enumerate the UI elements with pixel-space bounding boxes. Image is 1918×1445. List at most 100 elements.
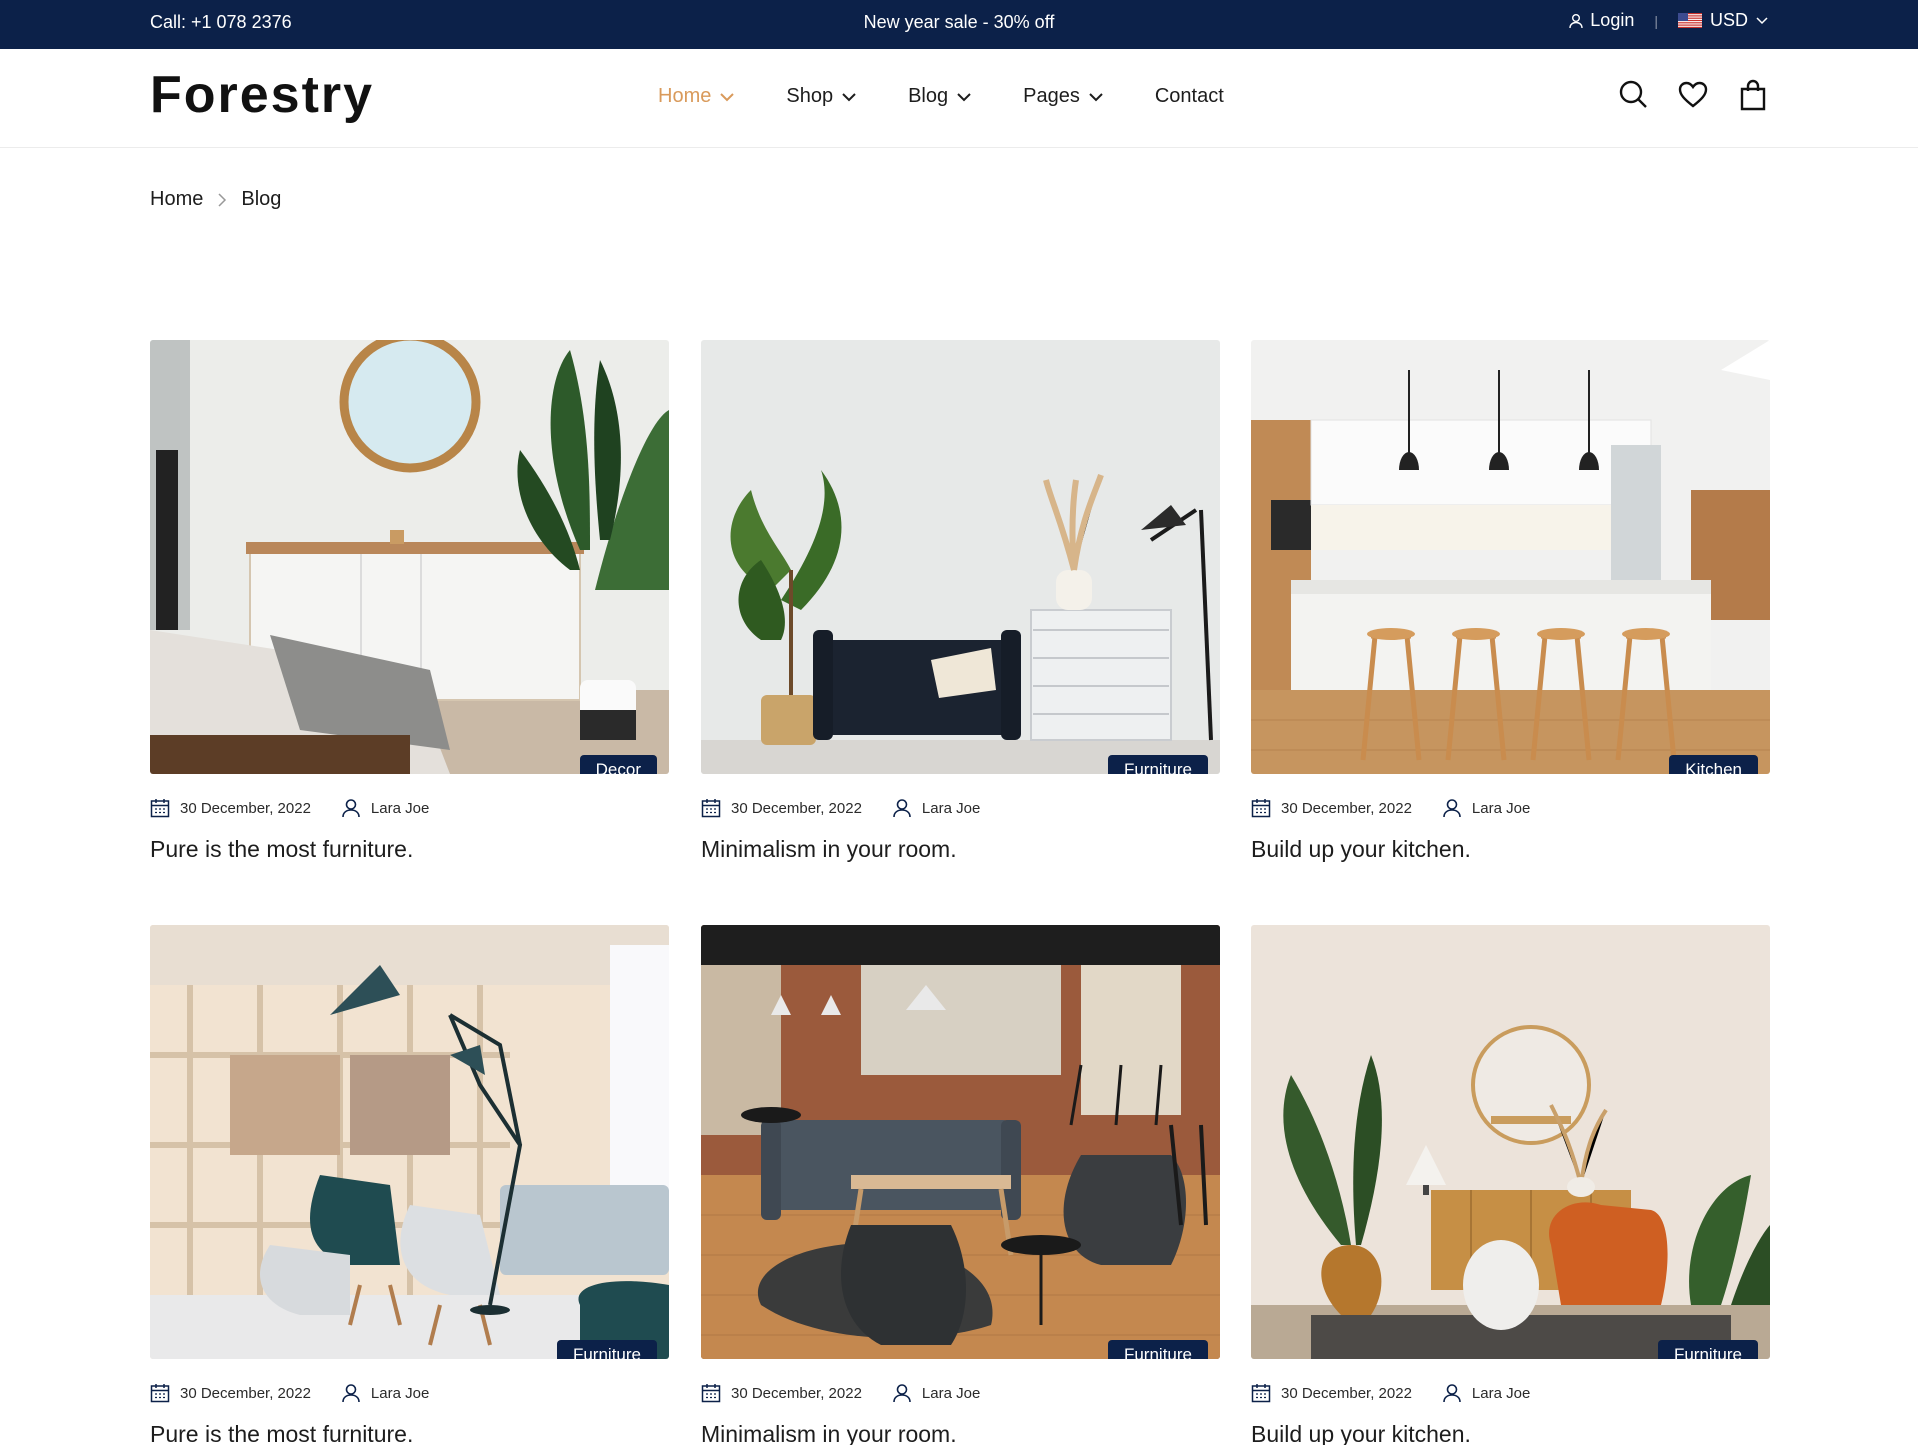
heart-icon[interactable] [1678, 79, 1708, 111]
author-text: Lara Joe [370, 799, 430, 817]
post-author[interactable]: Lara Joe [892, 798, 980, 818]
currency-select[interactable]: USD [1677, 10, 1768, 31]
post-image[interactable]: Furniture [701, 925, 1220, 1359]
calendar-icon [701, 799, 721, 818]
us-flag-icon [1677, 13, 1702, 28]
user-icon [1569, 13, 1583, 28]
post-title[interactable]: Build up your kitchen. [1251, 1421, 1770, 1445]
category-badge[interactable]: Furniture [1107, 1340, 1208, 1359]
post-author[interactable]: Lara Joe [1442, 1383, 1530, 1403]
top-bar: Call: +1 078 2376 New year sale - 30% of… [0, 0, 1918, 49]
post-meta: 30 December, 2022 Lara Joe [150, 798, 669, 818]
blog-card: Furniture 30 December, 2022 Lara Joe Pur… [150, 925, 669, 1445]
post-image[interactable]: Decor [150, 340, 669, 774]
post-date: 30 December, 2022 [150, 798, 311, 818]
chevron-down-icon [720, 92, 735, 101]
category-badge[interactable]: Kitchen [1669, 755, 1758, 774]
post-meta: 30 December, 2022 Lara Joe [1251, 798, 1770, 818]
post-meta: 30 December, 2022 Lara Joe [701, 1383, 1220, 1403]
user-icon [893, 799, 911, 818]
calendar-icon [701, 1384, 721, 1403]
calendar-icon [1251, 1384, 1271, 1403]
nav-label: Shop [786, 85, 834, 107]
main-nav: Home Shop Blog Pages Contact [658, 85, 1276, 108]
breadcrumb-current: Blog [241, 188, 282, 210]
site-logo[interactable]: Forestry [150, 65, 374, 125]
nav-pages[interactable]: Pages [1023, 85, 1103, 108]
chevron-down-icon [1756, 16, 1768, 24]
post-date: 30 December, 2022 [1251, 1383, 1412, 1403]
post-title[interactable]: Minimalism in your room. [701, 1421, 1220, 1445]
nav-label: Blog [908, 85, 949, 107]
post-author[interactable]: Lara Joe [341, 798, 429, 818]
main-header: Forestry Home Shop Blog Pages Contact [0, 49, 1918, 148]
breadcrumb-home[interactable]: Home [150, 188, 203, 211]
user-icon [342, 799, 360, 818]
nav-home[interactable]: Home [658, 85, 735, 108]
chevron-down-icon [957, 92, 971, 101]
author-text: Lara Joe [370, 1384, 430, 1402]
category-badge[interactable]: Furniture [556, 1340, 657, 1359]
date-text: 30 December, 2022 [180, 799, 311, 817]
post-date: 30 December, 2022 [701, 798, 862, 818]
post-author[interactable]: Lara Joe [1442, 798, 1530, 818]
blog-card: Furniture 30 December, 2022 Lara Joe Bui… [1251, 925, 1770, 1445]
user-icon [1443, 799, 1461, 818]
post-meta: 30 December, 2022 Lara Joe [701, 798, 1220, 818]
post-title[interactable]: Build up your kitchen. [1251, 836, 1770, 863]
user-icon [1443, 1384, 1461, 1403]
nav-shop[interactable]: Shop [786, 85, 856, 108]
login-link[interactable]: Login [1568, 10, 1634, 31]
blog-card: Furniture 30 December, 2022 Lara Joe Min… [701, 340, 1220, 863]
breadcrumb: Home Blog [150, 188, 281, 211]
chevron-right-icon [218, 192, 227, 207]
search-icon[interactable] [1618, 79, 1648, 111]
post-image[interactable]: Kitchen [1251, 340, 1770, 774]
chevron-down-icon [842, 92, 856, 101]
calendar-icon [150, 799, 170, 818]
date-text: 30 December, 2022 [731, 1384, 862, 1402]
author-text: Lara Joe [1471, 1384, 1531, 1402]
nav-label: Home [658, 85, 712, 107]
post-date: 30 December, 2022 [150, 1383, 311, 1403]
author-text: Lara Joe [921, 799, 981, 817]
top-bar-actions: Login | USD [1568, 10, 1768, 31]
category-badge[interactable]: Decor [579, 755, 657, 774]
post-date: 30 December, 2022 [1251, 798, 1412, 818]
post-title[interactable]: Minimalism in your room. [701, 836, 1220, 863]
post-meta: 30 December, 2022 Lara Joe [1251, 1383, 1770, 1403]
post-image[interactable]: Furniture [701, 340, 1220, 774]
blog-card: Furniture 30 December, 2022 Lara Joe Min… [701, 925, 1220, 1445]
post-author[interactable]: Lara Joe [341, 1383, 429, 1403]
nav-blog[interactable]: Blog [908, 85, 971, 108]
nav-contact[interactable]: Contact [1155, 85, 1224, 108]
currency-label: USD [1709, 10, 1748, 30]
author-text: Lara Joe [1471, 799, 1531, 817]
date-text: 30 December, 2022 [1281, 799, 1412, 817]
category-badge[interactable]: Furniture [1107, 755, 1208, 774]
post-title[interactable]: Pure is the most furniture. [150, 836, 669, 863]
nav-label: Contact [1154, 85, 1224, 107]
post-image[interactable]: Furniture [1251, 925, 1770, 1359]
divider: | [1654, 12, 1658, 29]
header-icons [1618, 79, 1768, 111]
post-date: 30 December, 2022 [701, 1383, 862, 1403]
chevron-down-icon [1089, 92, 1103, 101]
calendar-icon [150, 1384, 170, 1403]
shopping-bag-icon[interactable] [1738, 79, 1768, 111]
login-label: Login [1590, 10, 1635, 30]
date-text: 30 December, 2022 [180, 1384, 311, 1402]
calendar-icon [1251, 799, 1271, 818]
author-text: Lara Joe [921, 1384, 981, 1402]
date-text: 30 December, 2022 [1281, 1384, 1412, 1402]
post-author[interactable]: Lara Joe [892, 1383, 980, 1403]
post-image[interactable]: Furniture [150, 925, 669, 1359]
blog-card: Decor 30 December, 2022 Lara Joe Pure is… [150, 340, 669, 863]
date-text: 30 December, 2022 [731, 799, 862, 817]
category-badge[interactable]: Furniture [1657, 1340, 1758, 1359]
post-title[interactable]: Pure is the most furniture. [150, 1421, 669, 1445]
nav-label: Pages [1023, 85, 1080, 107]
user-icon [342, 1384, 360, 1403]
user-icon [893, 1384, 911, 1403]
blog-card: Kitchen 30 December, 2022 Lara Joe Build… [1251, 340, 1770, 863]
